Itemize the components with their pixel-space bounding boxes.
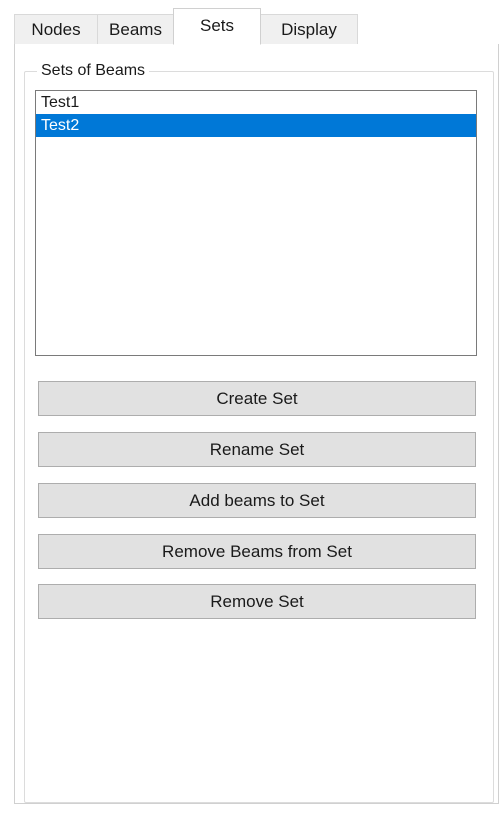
remove-beams-from-set-button[interactable]: Remove Beams from Set bbox=[38, 534, 476, 569]
sets-editor-window: Nodes Beams Sets Display Sets of Beams T… bbox=[0, 0, 499, 814]
add-beams-to-set-button[interactable]: Add beams to Set bbox=[38, 483, 476, 518]
tab-display[interactable]: Display bbox=[260, 14, 358, 44]
sets-listbox[interactable]: Test1 Test2 bbox=[35, 90, 477, 356]
groupbox-title: Sets of Beams bbox=[37, 61, 150, 81]
list-item-test2[interactable]: Test2 bbox=[36, 114, 476, 137]
sets-tab-panel: Sets of Beams Test1 Test2 Create Set Ren… bbox=[14, 44, 499, 804]
tab-beams[interactable]: Beams bbox=[97, 14, 174, 44]
tab-sets[interactable]: Sets bbox=[173, 8, 261, 45]
tab-strip: Nodes Beams Sets Display bbox=[0, 8, 499, 45]
remove-set-button[interactable]: Remove Set bbox=[38, 584, 476, 619]
create-set-button[interactable]: Create Set bbox=[38, 381, 476, 416]
tab-nodes[interactable]: Nodes bbox=[14, 14, 98, 44]
rename-set-button[interactable]: Rename Set bbox=[38, 432, 476, 467]
list-item-test1[interactable]: Test1 bbox=[36, 91, 476, 114]
